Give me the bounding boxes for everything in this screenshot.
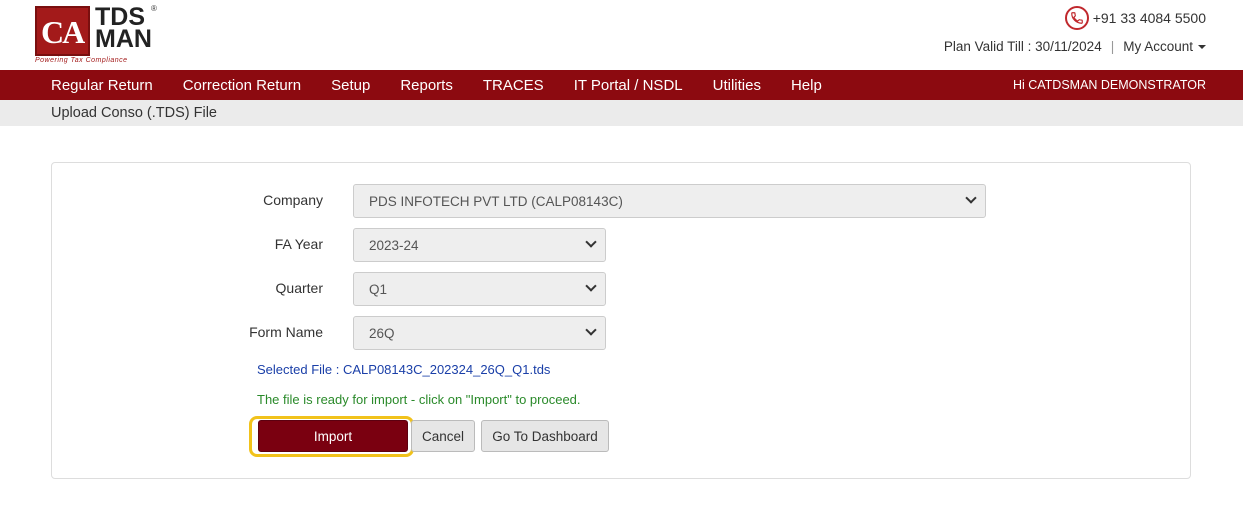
fa-year-label: FA Year <box>274 236 323 252</box>
main-nav: Regular Return Correction Return Setup R… <box>0 70 1243 100</box>
chevron-down-icon <box>585 324 597 336</box>
go-to-dashboard-button[interactable]: Go To Dashboard <box>481 420 609 452</box>
caret-down-icon <box>1198 45 1206 50</box>
nav-regular-return[interactable]: Regular Return <box>51 77 153 94</box>
fa-year-selected-value: 2023-24 <box>369 237 419 253</box>
registered-mark: ® <box>151 4 157 13</box>
plan-info: Plan Valid Till : 30/11/2024 | My Accoun… <box>944 39 1206 54</box>
cancel-button[interactable]: Cancel <box>411 420 475 452</box>
logo-tagline: Powering Tax Compliance <box>35 57 128 64</box>
header-separator: | <box>1110 39 1115 54</box>
logo-wordmark: TDS MAN <box>95 5 152 53</box>
form-name-label: Form Name <box>249 324 323 340</box>
user-greeting: Hi CATDSMAN DEMONSTRATOR <box>1012 78 1206 92</box>
chevron-down-icon <box>965 192 977 204</box>
app-header: CA TDS MAN ® Powering Tax Compliance +91… <box>0 0 1243 70</box>
nav-help[interactable]: Help <box>791 77 822 94</box>
company-label: Company <box>263 192 323 208</box>
nav-it-portal-nsdl[interactable]: IT Portal / NSDL <box>574 77 683 94</box>
nav-utilities[interactable]: Utilities <box>713 77 761 94</box>
upload-panel: Company PDS INFOTECH PVT LTD (CALP08143C… <box>51 162 1191 479</box>
logo-line-2: MAN <box>95 25 152 53</box>
ready-message: The file is ready for import - click on … <box>257 392 581 407</box>
chevron-down-icon <box>585 280 597 292</box>
page-title: Upload Conso (.TDS) File <box>51 105 217 121</box>
plan-valid-till: Plan Valid Till : 30/11/2024 <box>943 39 1102 54</box>
fa-year-select[interactable]: 2023-24 <box>353 228 606 262</box>
logo-mark-text: CA <box>41 14 85 50</box>
quarter-label: Quarter <box>275 280 323 296</box>
nav-setup[interactable]: Setup <box>331 77 370 94</box>
phone-number: +91 33 4084 5500 <box>1092 10 1206 26</box>
quarter-select[interactable]: Q1 <box>353 272 606 306</box>
chevron-down-icon <box>585 236 597 248</box>
phone-icon <box>1064 6 1089 30</box>
import-button[interactable]: Import <box>258 420 408 452</box>
quarter-selected-value: Q1 <box>369 281 388 297</box>
breadcrumb: Upload Conso (.TDS) File <box>0 100 1243 126</box>
nav-reports[interactable]: Reports <box>400 77 453 94</box>
company-selected-value: PDS INFOTECH PVT LTD (CALP08143C) <box>369 193 623 209</box>
form-name-selected-value: 26Q <box>369 325 395 341</box>
my-account-label: My Account <box>1123 39 1193 54</box>
catdsman-logo[interactable]: CA TDS MAN ® Powering Tax Compliance <box>35 4 160 66</box>
nav-traces[interactable]: TRACES <box>483 77 544 94</box>
company-select[interactable]: PDS INFOTECH PVT LTD (CALP08143C) <box>353 184 986 218</box>
my-account-dropdown[interactable]: My Account <box>1123 39 1206 54</box>
selected-file-text: Selected File : CALP08143C_202324_26Q_Q1… <box>257 362 551 377</box>
phone-contact: +91 33 4084 5500 <box>1064 6 1206 30</box>
nav-correction-return[interactable]: Correction Return <box>183 77 301 94</box>
form-name-select[interactable]: 26Q <box>353 316 606 350</box>
logo-mark: CA <box>35 6 90 56</box>
